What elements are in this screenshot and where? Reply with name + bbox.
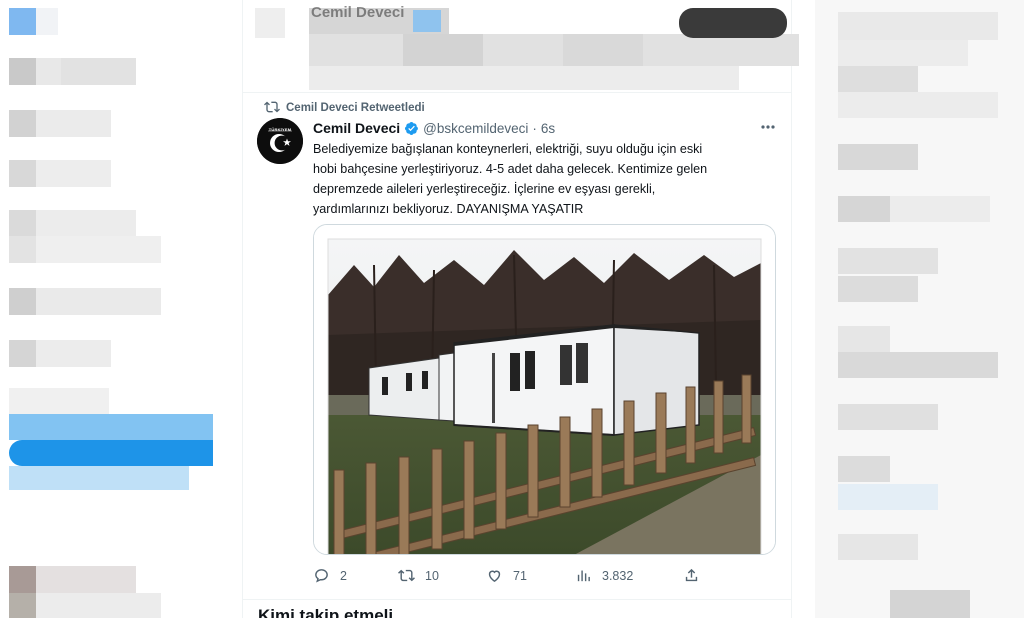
retweet-button[interactable]: 10 [398,567,439,584]
who-to-follow-title: Kimi takip etmeli [258,606,394,618]
handle[interactable]: @bskcemildeveci [423,121,528,136]
retweet-label: Cemil Deveci Retweetledi [286,102,425,114]
verified-badge-icon [405,121,419,135]
timeline-header: Cemil Deveci [243,0,815,90]
tweet-text: Belediyemize bağışlanan konteynerleri, e… [313,139,773,219]
share-icon [685,568,698,582]
reply-icon [315,569,328,583]
display-name[interactable]: Cemil Deveci [313,120,400,136]
retweet-icon [264,101,280,113]
like-count: 71 [513,568,527,583]
reply-count: 2 [340,568,347,583]
retweet-context[interactable]: Cemil Deveci Retweetledi [264,100,425,116]
timestamp[interactable]: 6s [541,121,555,136]
header-name-fragment: Cemil Deveci [311,4,405,21]
tweet-text-line: depremzede aileleri yerleştireceğiz. İçl… [313,182,656,196]
tweet-text-line: Belediyemize bağışlanan konteynerleri, e… [313,142,703,156]
avatar[interactable]: TÜRKİYEM [257,118,303,164]
views-button[interactable]: 3.832 [575,567,633,584]
tweet[interactable]: Cemil Deveci Retweetledi TÜRKİYEM Cemil … [243,92,791,600]
reply-button[interactable]: 2 [313,567,347,584]
more-icon[interactable] [758,120,778,134]
container-photo [314,225,775,554]
crescent-star-logo-icon [257,118,303,164]
right-sidebar [815,0,1024,618]
tweet-text-line: hobi bahçesine yerleştiriyoruz. 4-5 adet… [313,162,708,176]
avatar-label: TÜRKİYEM [268,127,292,132]
retweet-count: 10 [425,568,439,583]
tweet-actions: 2 10 71 3.832 [313,567,713,589]
left-sidebar [0,0,240,618]
like-button[interactable]: 71 [486,567,527,584]
like-icon [488,570,501,583]
view-count: 3.832 [602,568,634,583]
tweet-text-line: yardımlarınızı bekliyoruz. DAYANIŞMA YAŞ… [313,202,584,216]
tweet-header: Cemil Deveci @bskcemildeveci · 6s [313,120,555,136]
separator: · [532,120,537,136]
views-icon [577,570,590,582]
share-button[interactable] [683,567,710,584]
tweet-photo[interactable] [313,224,776,555]
retweet-icon [398,569,415,582]
